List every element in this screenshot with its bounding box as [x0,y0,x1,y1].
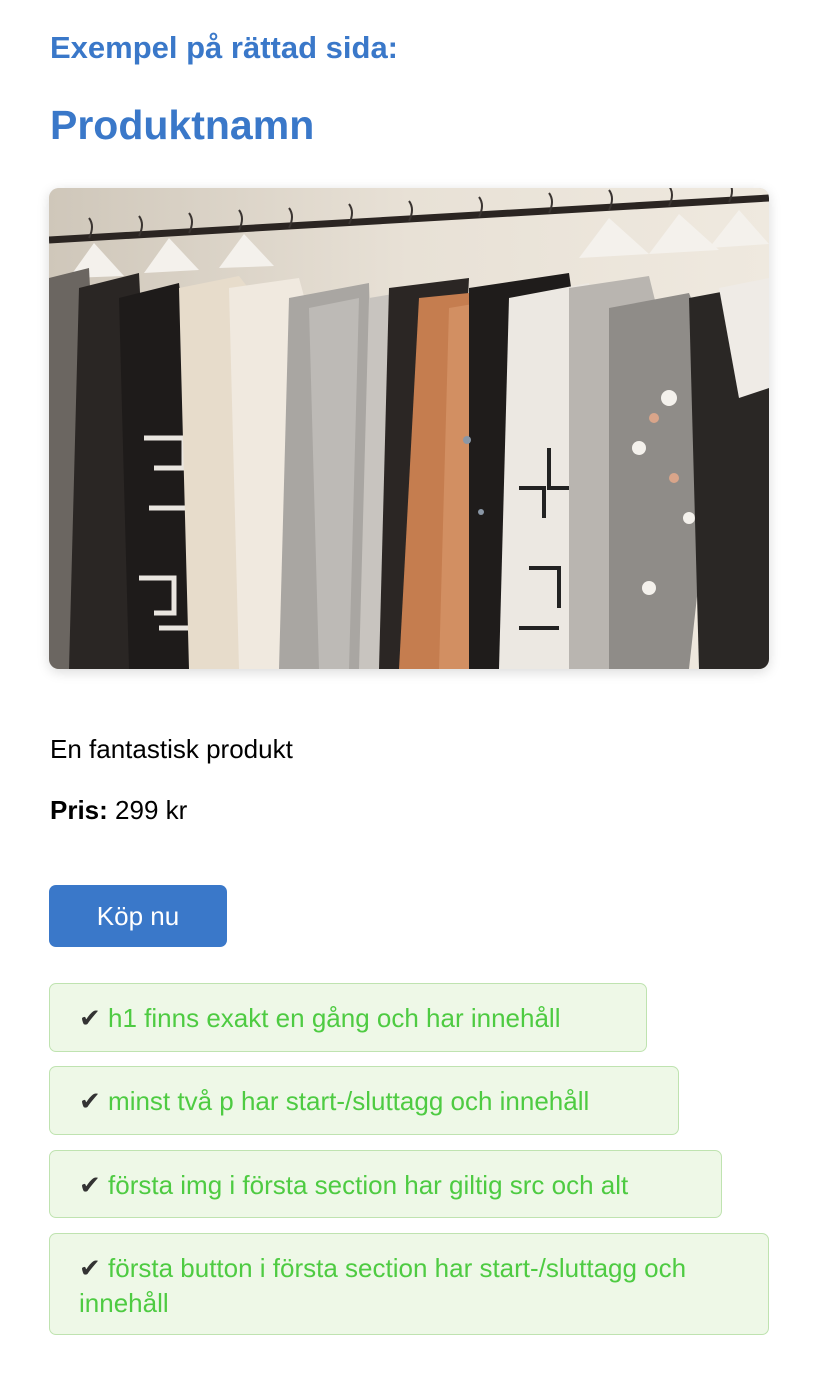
price-value: 299 kr [115,795,188,825]
validation-check-text: h1 finns exakt en gång och har innehåll [108,1003,561,1033]
product-price: Pris: 299 kr [50,795,187,826]
validation-check-text: första img i första section har giltig s… [108,1170,629,1200]
validation-check: ✔ minst två p har start-/sluttagg och in… [49,1066,679,1135]
validation-check: ✔ första img i första section har giltig… [49,1150,722,1218]
validation-check: ✔ första button i första section har sta… [49,1233,769,1335]
checkmark-icon: ✔ [79,1171,101,1201]
validation-check-text: första button i första section har start… [79,1253,687,1318]
checkmark-icon: ✔ [79,1004,101,1034]
product-description: En fantastisk produkt [50,734,293,764]
validation-check: ✔ h1 finns exakt en gång och har innehål… [49,983,647,1052]
price-label: Pris: [50,795,108,825]
example-heading: Exempel på rättad sida: [50,30,399,65]
buy-now-button[interactable]: Köp nu [49,885,227,947]
product-title: Produktnamn [50,102,315,148]
checkmark-icon: ✔ [79,1254,101,1284]
validation-check-text: minst två p har start-/sluttagg och inne… [108,1086,590,1116]
product-image [49,188,769,669]
checkmark-icon: ✔ [79,1087,101,1117]
